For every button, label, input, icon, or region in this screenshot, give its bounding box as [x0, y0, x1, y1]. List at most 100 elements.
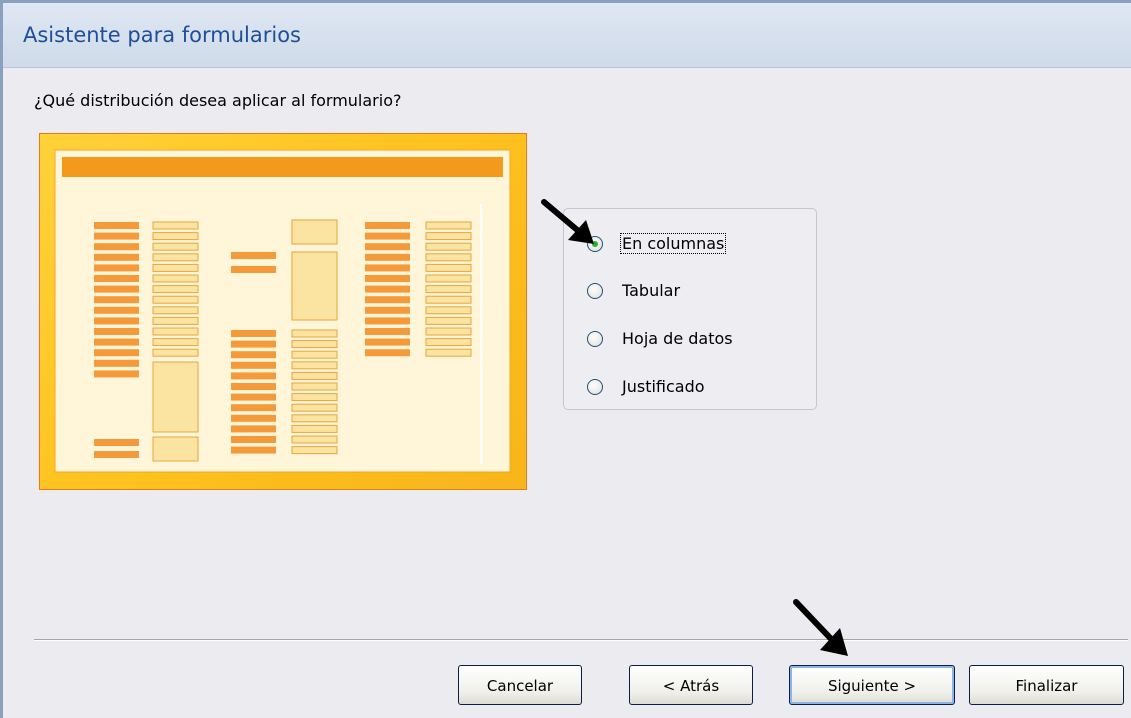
preview-memo-box: [291, 251, 338, 321]
preview-label-bar: [94, 349, 139, 357]
preview-field-bar: [291, 350, 338, 359]
preview-field-bar: [425, 306, 472, 315]
preview-field-bar: [152, 263, 199, 272]
preview-label-bar: [365, 264, 410, 272]
preview-label-bar: [231, 266, 276, 273]
preview-field-bar: [425, 338, 472, 347]
preview-label-bar: [365, 222, 410, 229]
preview-label-bar: [231, 372, 276, 380]
preview-field-bar: [152, 242, 199, 251]
preview-field-bar: [152, 306, 199, 315]
preview-field-bar: [152, 253, 199, 262]
preview-label-bar: [231, 340, 276, 348]
option-label: Hoja de datos: [622, 329, 733, 348]
option-label: Tabular: [622, 281, 681, 300]
next-button[interactable]: Siguiente >: [789, 665, 955, 705]
preview-field-bar: [291, 382, 338, 391]
pointer-arrow-icon: [541, 199, 594, 244]
preview-label-bar: [94, 275, 139, 282]
separator: [34, 639, 1128, 641]
preview-field-bar: [425, 285, 472, 294]
preview-field-bar: [425, 327, 472, 336]
preview-label-bar: [94, 317, 139, 325]
preview-label-bar: [231, 414, 276, 422]
preview-field-bar: [425, 221, 472, 230]
preview-field-bar: [152, 285, 199, 294]
preview-label-bar: [365, 275, 410, 282]
preview-field-bar: [152, 327, 199, 336]
preview-label-bar: [365, 306, 410, 314]
preview-field-bar: [291, 329, 338, 338]
radio-tabular[interactable]: [587, 283, 603, 299]
preview-label-bar: [94, 451, 139, 458]
preview-field-bar: [152, 221, 199, 230]
preview-label-bar: [94, 285, 139, 293]
preview-field-bar: [425, 242, 472, 251]
preview-label-bar: [231, 383, 276, 390]
preview-memo-box: [152, 436, 199, 462]
preview-label-bar: [365, 243, 410, 251]
preview-memo-box: [152, 361, 199, 433]
preview-field-bar: [291, 393, 338, 402]
preview-field-bar: [291, 361, 338, 370]
preview-field-bar: [152, 338, 199, 347]
preview-field-bar: [291, 340, 338, 349]
preview-field-bar: [425, 274, 472, 283]
preview-label-bar: [365, 232, 410, 240]
option-label: Justificado: [622, 377, 705, 396]
preview-field-bar: [152, 274, 199, 283]
preview-field-bar: [152, 316, 199, 325]
preview-label-bar: [365, 338, 410, 346]
preview-field-bar: [425, 232, 472, 241]
preview-label-bar: [94, 328, 139, 335]
radio-justificado[interactable]: [587, 379, 603, 395]
preview-label-bar: [94, 439, 139, 446]
option-label: En columnas: [620, 233, 727, 254]
preview-label-bar: [231, 351, 276, 359]
finish-button[interactable]: Finalizar: [969, 665, 1124, 705]
preview-label-bar: [231, 425, 276, 433]
preview-label-bar: [94, 222, 139, 229]
preview-label-bar: [231, 446, 276, 454]
preview-label-bar: [94, 243, 139, 251]
preview-label-bar: [94, 306, 139, 314]
back-button[interactable]: < Atrás: [629, 665, 753, 705]
preview-label-bar: [231, 404, 276, 412]
window-title: Asistente para formularios: [23, 23, 301, 47]
preview-label-bar: [231, 361, 276, 369]
preview-field-bar: [425, 295, 472, 304]
layout-options-group: En columnas Tabular Hoja de datos Justif…: [563, 208, 817, 410]
preview-label-bar: [365, 328, 410, 335]
preview-label-bar: [365, 317, 410, 325]
preview-field-bar: [291, 446, 338, 455]
preview-field-bar: [425, 316, 472, 325]
preview-field-bar: [291, 435, 338, 444]
preview-field-bar: [425, 263, 472, 272]
form-wizard-window: Asistente para formularios ¿Qué distribu…: [0, 0, 1131, 718]
preview-field-bar: [425, 348, 472, 357]
preview-label-bar: [94, 338, 139, 346]
columnar-layout-illustration: [54, 149, 511, 473]
preview-memo-box: [291, 219, 338, 245]
preview-label-bar: [94, 232, 139, 240]
preview-field-bar: [425, 253, 472, 262]
preview-field-bar: [152, 348, 199, 357]
preview-label-bar: [94, 264, 139, 272]
preview-label-bar: [231, 393, 276, 401]
preview-label-bar: [94, 253, 139, 261]
layout-preview: [39, 133, 527, 490]
radio-hoja-de-datos[interactable]: [587, 331, 603, 347]
preview-field-bar: [291, 403, 338, 412]
preview-label-bar: [365, 296, 410, 304]
preview-field-bar: [152, 232, 199, 241]
preview-label-bar: [365, 349, 410, 357]
preview-label-bar: [94, 359, 139, 367]
preview-label-bar: [365, 285, 410, 293]
preview-label-bar: [231, 330, 276, 337]
preview-label-bar: [365, 253, 410, 261]
preview-label-bar: [231, 436, 276, 443]
preview-field-bar: [152, 295, 199, 304]
cancel-button[interactable]: Cancelar: [458, 665, 582, 705]
preview-label-bar: [231, 252, 276, 259]
preview-label-bar: [94, 370, 139, 378]
